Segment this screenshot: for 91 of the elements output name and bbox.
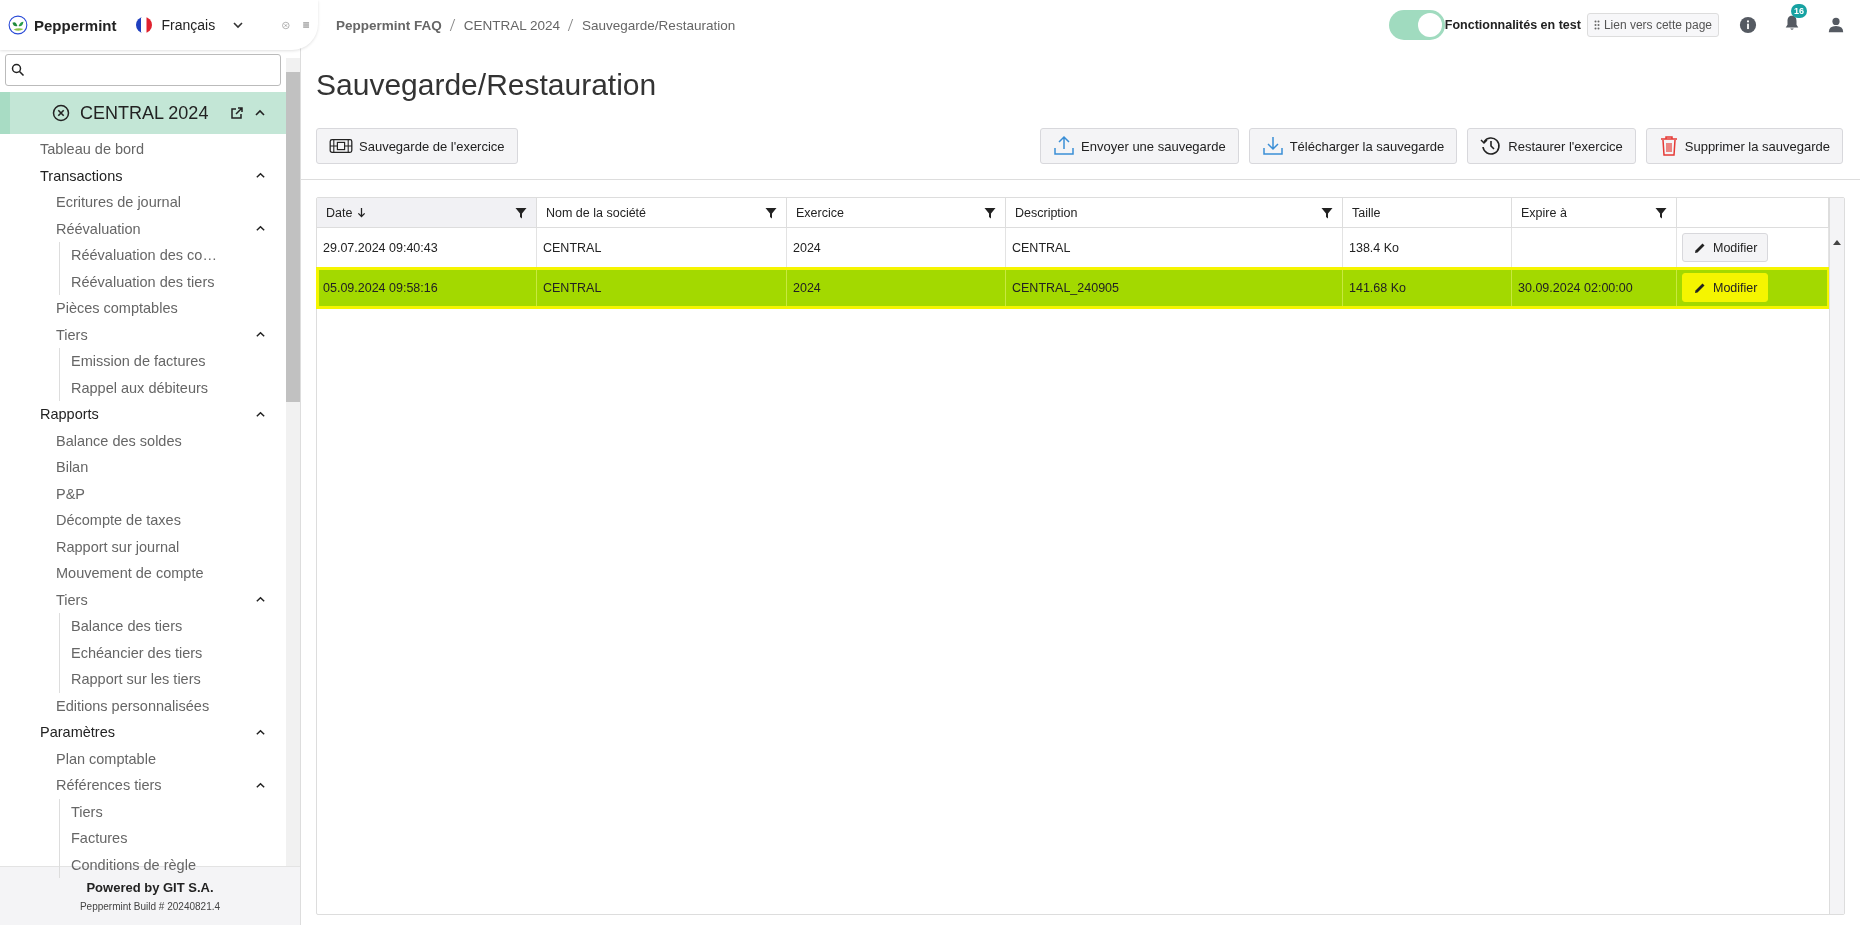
notification-badge: 16 bbox=[1791, 4, 1807, 18]
table-cell: CENTRAL bbox=[1012, 240, 1071, 255]
search-icon bbox=[11, 63, 25, 77]
breadcrumb-item[interactable]: Sauvegarde/Restauration bbox=[582, 17, 736, 33]
toolbar-button[interactable]: Envoyer une sauvegarde bbox=[1040, 128, 1239, 164]
nav-item[interactable]: Balance des soldes bbox=[56, 432, 266, 449]
table-cell: 138.4 Ko bbox=[1349, 240, 1400, 255]
language-selector[interactable]: Français bbox=[136, 17, 245, 33]
filter-icon[interactable] bbox=[1655, 206, 1667, 219]
scrollbar[interactable] bbox=[1829, 198, 1844, 914]
column-header[interactable]: Nom de la société bbox=[537, 198, 787, 227]
table-cell: 141.68 Ko bbox=[1349, 280, 1406, 295]
table-cell: 2024 bbox=[793, 240, 821, 255]
column-header[interactable]: Date bbox=[317, 198, 537, 227]
bell-icon[interactable] bbox=[1783, 14, 1801, 32]
filter-icon[interactable] bbox=[765, 206, 777, 219]
nav-item[interactable]: Rapport sur journal bbox=[56, 538, 266, 555]
info-icon[interactable] bbox=[1739, 16, 1757, 34]
nav-item[interactable]: Tableau de bord bbox=[40, 141, 266, 158]
drag-dots-icon bbox=[1593, 20, 1600, 30]
edit-button[interactable]: Modifier bbox=[1682, 233, 1769, 262]
table-cell: CENTRAL bbox=[543, 280, 602, 295]
breadcrumb-item[interactable]: CENTRAL 2024 bbox=[463, 17, 561, 33]
toolbar-button[interactable]: Sauvegarde de l'exercice bbox=[316, 128, 518, 164]
nav-item[interactable]: Factures bbox=[71, 830, 266, 847]
edit-button[interactable]: Modifier bbox=[1682, 273, 1769, 302]
nav-section[interactable]: Paramètres bbox=[40, 724, 255, 741]
toggle-label: Fonctionnalités en test bbox=[1444, 18, 1581, 32]
toolbar-button[interactable]: Télécharger la sauvegarde bbox=[1248, 128, 1458, 164]
toggle-switch[interactable] bbox=[1388, 10, 1445, 40]
table-cell: 29.07.2024 09:40:43 bbox=[323, 240, 438, 255]
chevron-down-icon bbox=[232, 19, 245, 31]
company-item[interactable]: CENTRAL 2024 bbox=[0, 92, 286, 134]
scrollbar[interactable] bbox=[286, 58, 300, 866]
column-header[interactable]: Exercice bbox=[787, 198, 1006, 227]
app-name: Peppermint bbox=[33, 16, 117, 34]
page-title: Sauvegarde/Restauration bbox=[316, 68, 658, 103]
nav-section[interactable]: Transactions bbox=[40, 167, 255, 184]
toolbar-button[interactable]: Restaurer l'exercice bbox=[1467, 128, 1636, 164]
trash-icon bbox=[1658, 135, 1679, 157]
toolbar-button[interactable]: Supprimer la sauvegarde bbox=[1645, 128, 1843, 164]
company-name: CENTRAL 2024 bbox=[80, 102, 210, 124]
table-cell: 05.09.2024 09:58:16 bbox=[323, 280, 438, 295]
nav-item[interactable]: Editions personnalisées bbox=[56, 697, 266, 714]
search-field[interactable] bbox=[5, 54, 281, 86]
nav-item[interactable]: Ecritures de journal bbox=[56, 194, 266, 211]
nav-item[interactable]: Echéancier des tiers bbox=[71, 644, 266, 661]
close-circle-icon[interactable] bbox=[52, 104, 70, 122]
nav-item[interactable]: Bilan bbox=[56, 459, 266, 476]
scroll-up-icon[interactable] bbox=[1833, 240, 1841, 245]
backup-icon bbox=[329, 137, 353, 155]
nav-item[interactable]: Réévaluation bbox=[56, 220, 255, 237]
link-button[interactable]: Lien vers cette page bbox=[1586, 13, 1719, 37]
nav-item[interactable]: P&P bbox=[56, 485, 266, 502]
user-icon[interactable] bbox=[1827, 16, 1845, 34]
upload-icon bbox=[1053, 135, 1076, 157]
table-cell: 2024 bbox=[793, 280, 821, 295]
nav-item[interactable]: Décompte de taxes bbox=[56, 512, 266, 529]
download-icon bbox=[1261, 135, 1284, 157]
nav-item[interactable]: Tiers bbox=[56, 591, 255, 608]
nav-item[interactable]: Réévaluation des co… bbox=[71, 247, 266, 264]
filter-icon[interactable] bbox=[1321, 206, 1333, 219]
sort-arrow-icon bbox=[357, 207, 367, 218]
nav-item[interactable]: Balance des tiers bbox=[71, 618, 266, 635]
nav-item[interactable]: Conditions de règle bbox=[71, 856, 266, 873]
nav-item[interactable]: Tiers bbox=[71, 803, 266, 820]
table-cell: CENTRAL_240905 bbox=[1012, 280, 1119, 295]
nav-item[interactable]: Tiers bbox=[56, 326, 255, 343]
nav-item[interactable]: Rapport sur les tiers bbox=[71, 671, 266, 688]
nav-section[interactable]: Rapports bbox=[40, 406, 255, 423]
history-icon bbox=[1480, 135, 1503, 157]
breadcrumb-item[interactable]: Peppermint FAQ bbox=[336, 17, 442, 33]
column-header[interactable]: Description bbox=[1006, 198, 1343, 227]
nav-item[interactable]: Plan comptable bbox=[56, 750, 266, 767]
table-row[interactable]: 05.09.2024 09:58:16 CENTRAL 2024 CENTRAL_240905 141.68 Ko 30.09.2024 02:00:00 Modifier bbox=[317, 268, 1829, 308]
table-cell: CENTRAL bbox=[543, 240, 602, 255]
table-cell: 30.09.2024 02:00:00 bbox=[1518, 280, 1633, 295]
external-link-icon[interactable] bbox=[230, 106, 244, 120]
filter-icon[interactable] bbox=[984, 206, 996, 219]
nav-item[interactable]: Réévaluation des tiers bbox=[71, 273, 266, 290]
nav-item[interactable]: Pièces comptables bbox=[56, 300, 266, 317]
flag-icon bbox=[136, 17, 153, 33]
nav-item[interactable]: Emission de factures bbox=[71, 353, 266, 370]
nav-item[interactable]: Mouvement de compte bbox=[56, 565, 266, 582]
nav-item[interactable]: Rappel aux débiteurs bbox=[71, 379, 266, 396]
nav-item[interactable]: Références tiers bbox=[56, 777, 255, 794]
column-header[interactable]: Expire à bbox=[1512, 198, 1677, 227]
build-number: Peppermint Build # 20240821.4 bbox=[79, 901, 221, 912]
column-header[interactable]: Taille bbox=[1343, 198, 1512, 227]
filter-icon[interactable] bbox=[515, 206, 527, 219]
powered-by-text: Powered by GIT S.A. bbox=[86, 880, 214, 895]
